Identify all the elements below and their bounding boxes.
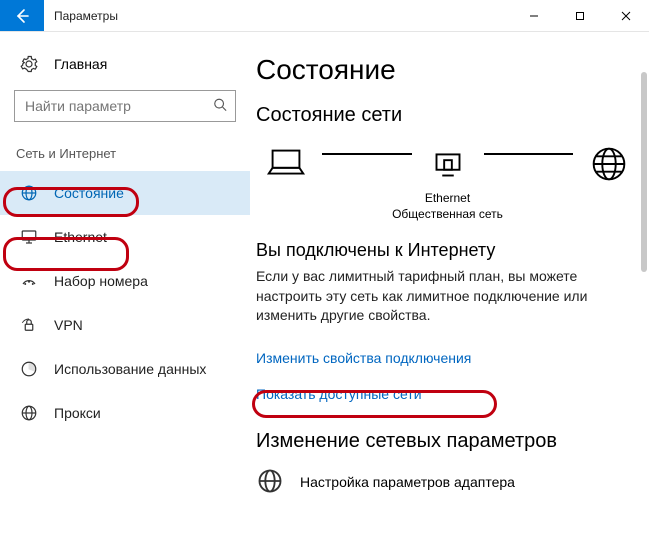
section-change-params: Изменение сетевых параметров — [256, 430, 639, 453]
diagram-link-1 — [322, 153, 412, 155]
nav-item-ethernet[interactable]: Ethernet — [0, 215, 250, 259]
nav-item-status[interactable]: Состояние — [0, 171, 250, 215]
search-input-wrap[interactable] — [14, 90, 236, 122]
nav-item-label: Использование данных — [54, 361, 206, 377]
nav-item-proxy[interactable]: Прокси — [0, 391, 250, 435]
nav-item-datausage[interactable]: Использование данных — [0, 347, 250, 391]
nav-item-dialup[interactable]: Набор номера — [0, 259, 250, 303]
nav-item-label: Ethernet — [54, 229, 107, 245]
close-icon — [621, 11, 631, 21]
globe-icon — [586, 141, 632, 187]
nav-item-label: VPN — [54, 317, 83, 333]
window-controls — [511, 0, 649, 31]
category-label: Сеть и Интернет — [0, 136, 250, 169]
gear-icon — [20, 55, 38, 73]
home-button[interactable]: Главная — [0, 44, 250, 84]
nav-list: Состояние Ethernet Набор номера VPN — [0, 169, 250, 435]
datausage-icon — [20, 360, 38, 378]
diagram-pc — [256, 141, 316, 187]
nav-item-label: Набор номера — [54, 273, 148, 289]
connected-heading: Вы подключены к Интернету — [256, 240, 639, 261]
laptop-icon — [263, 141, 309, 187]
link-show-available-networks[interactable]: Показать доступные сети — [256, 386, 422, 402]
connected-description: Если у вас лимитный тарифный план, вы мо… — [256, 267, 639, 326]
back-button[interactable] — [0, 0, 44, 31]
titlebar: Параметры — [0, 0, 649, 32]
router-icon — [425, 141, 471, 187]
diagram-labels: Ethernet Общественная сеть — [256, 191, 639, 222]
search-icon — [213, 98, 227, 115]
diagram-link-2 — [484, 153, 574, 155]
diagram-globe — [579, 141, 639, 187]
scrollbar[interactable] — [641, 72, 647, 272]
content-area: Состояние Состояние сети Ethernet Общест… — [250, 32, 649, 534]
link-change-connection-props[interactable]: Изменить свойства подключения — [256, 350, 471, 366]
nav-item-label: Состояние — [54, 185, 124, 201]
nav-item-vpn[interactable]: VPN — [0, 303, 250, 347]
home-label: Главная — [54, 56, 107, 72]
diagram-middle-sub: Общественная сеть — [256, 207, 639, 223]
page-title: Состояние — [256, 54, 639, 86]
proxy-icon — [20, 404, 38, 422]
ethernet-icon — [20, 228, 38, 246]
section-net-status: Состояние сети — [256, 104, 639, 127]
nav-item-label: Прокси — [54, 405, 101, 421]
adapter-icon — [256, 467, 284, 498]
minimize-button[interactable] — [511, 0, 557, 31]
adapter-settings-label: Настройка параметров адаптера — [300, 474, 515, 490]
maximize-button[interactable] — [557, 0, 603, 31]
dialup-icon — [20, 272, 38, 290]
search-input[interactable] — [15, 91, 235, 121]
sidebar: Главная Сеть и Интернет Состояние — [0, 32, 250, 534]
minimize-icon — [529, 11, 539, 21]
status-icon — [20, 184, 38, 202]
diagram-router — [418, 141, 478, 187]
window-title: Параметры — [44, 0, 511, 31]
arrow-left-icon — [14, 8, 30, 24]
diagram-middle-label: Ethernet — [256, 191, 639, 207]
maximize-icon — [575, 11, 585, 21]
adapter-settings-row[interactable]: Настройка параметров адаптера — [256, 467, 639, 498]
vpn-icon — [20, 316, 38, 334]
network-diagram — [256, 141, 639, 187]
close-button[interactable] — [603, 0, 649, 31]
